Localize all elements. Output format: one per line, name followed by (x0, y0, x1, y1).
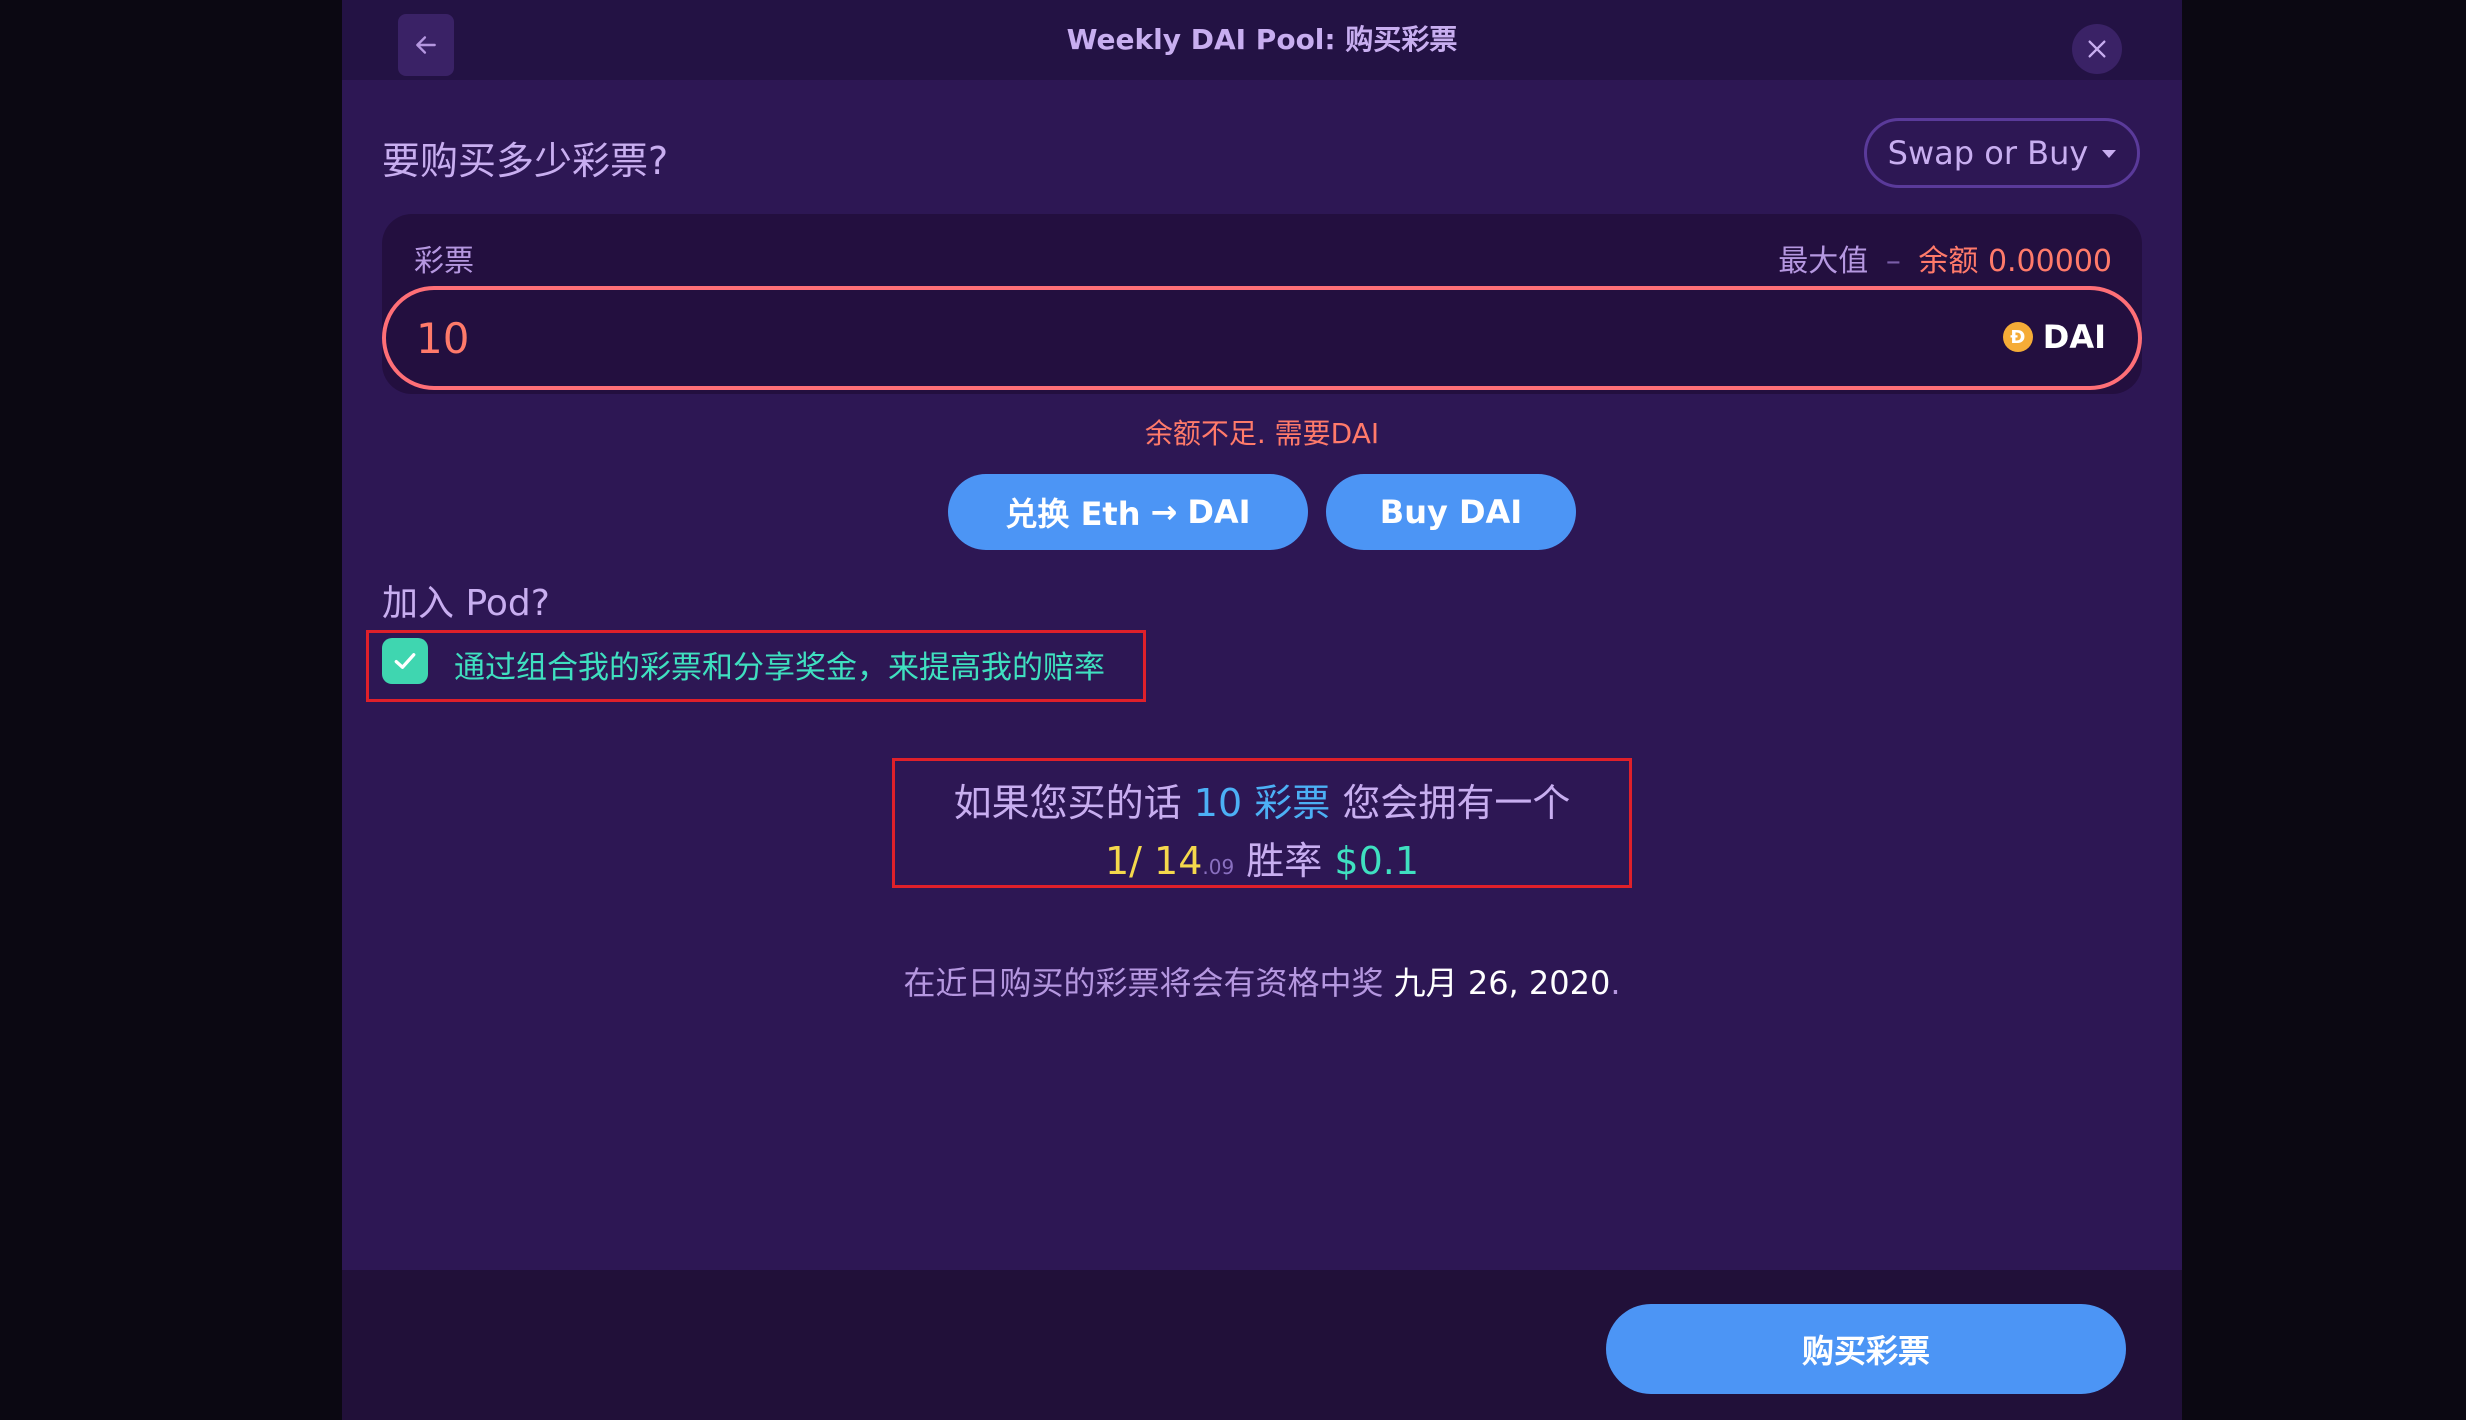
arrow-right-icon: → (1150, 493, 1178, 531)
modal-title: Weekly DAI Pool: 购买彩票 (1066, 23, 1458, 56)
checkmark-icon (394, 653, 416, 669)
eligibility-period: . (1610, 964, 1621, 1002)
max-button[interactable]: 最大值 (1778, 244, 1868, 279)
swap-or-buy-label: Swap or Buy (1887, 134, 2089, 172)
ticket-question: 要购买多少彩票? (382, 139, 669, 183)
dai-token-icon: Đ (2002, 322, 2033, 352)
odds-prefix: 如果您买的话 (953, 781, 1182, 825)
join-pod-label: 加入 Pod? (382, 583, 550, 624)
odds-summary: 如果您买的话 10 彩票 您会拥有一个 (342, 772, 2182, 827)
buy-tickets-modal: Weekly DAI Pool: 购买彩票 要购买多少彩票? Swap or B… (342, 0, 2182, 1420)
swap-or-buy-dropdown[interactable]: Swap or Buy (1864, 118, 2140, 188)
insufficient-balance-error: 余额不足. 需要DAI (1144, 417, 1380, 450)
max-separator: – (1885, 244, 1901, 279)
eligibility-text: 在近日购买的彩票将会有资格中奖 (903, 964, 1384, 1002)
odds-prize: $0.1 (1334, 839, 1420, 883)
odds-ticket-unit: 彩票 (1254, 781, 1331, 825)
token-symbol: DAI (2042, 318, 2106, 356)
odds-suffix: 您会拥有一个 (1342, 781, 1571, 825)
swap-prefix: 兑换 Eth (1005, 495, 1141, 533)
odds-result: 1/ 14.09 胜率 $0.1 (342, 830, 2182, 885)
max-balance-row: 最大值 – 余额 0.00000 (1778, 236, 2112, 280)
odds-win-label: 胜率 (1246, 839, 1323, 883)
pod-checkbox[interactable] (382, 638, 428, 684)
close-button[interactable] (2072, 24, 2122, 74)
odds-ticket-count: 10 (1193, 781, 1243, 825)
ticket-amount-input[interactable]: 10 Đ DAI (382, 286, 2142, 390)
balance-label: 余额 (1918, 244, 1979, 279)
swap-suffix: DAI (1187, 493, 1251, 531)
ticket-amount-value[interactable]: 10 (416, 314, 469, 363)
swap-eth-to-dai-button[interactable]: 兑换 Eth → DAI (948, 474, 1308, 550)
odds-ratio-decimal: .09 (1202, 855, 1235, 879)
odds-ratio: 1/ 14 (1104, 839, 1203, 883)
balance-value: 0.00000 (1987, 244, 2112, 279)
buy-tickets-button[interactable]: 购买彩票 (1606, 1304, 2126, 1394)
chevron-down-icon (2102, 150, 2117, 158)
pod-checkbox-label[interactable]: 通过组合我的彩票和分享奖金，来提高我的赔率 (454, 642, 1105, 687)
modal-header: Weekly DAI Pool: 购买彩票 (342, 0, 2182, 80)
buy-dai-button[interactable]: Buy DAI (1326, 474, 1576, 550)
eligibility-note: 在近日购买的彩票将会有资格中奖 九月 26, 2020. (342, 958, 2182, 1004)
close-icon (2088, 40, 2106, 58)
ticket-label: 彩票 (414, 244, 474, 279)
token-badge: Đ DAI (2002, 318, 2106, 356)
draw-date: 九月 26, 2020 (1393, 964, 1611, 1002)
